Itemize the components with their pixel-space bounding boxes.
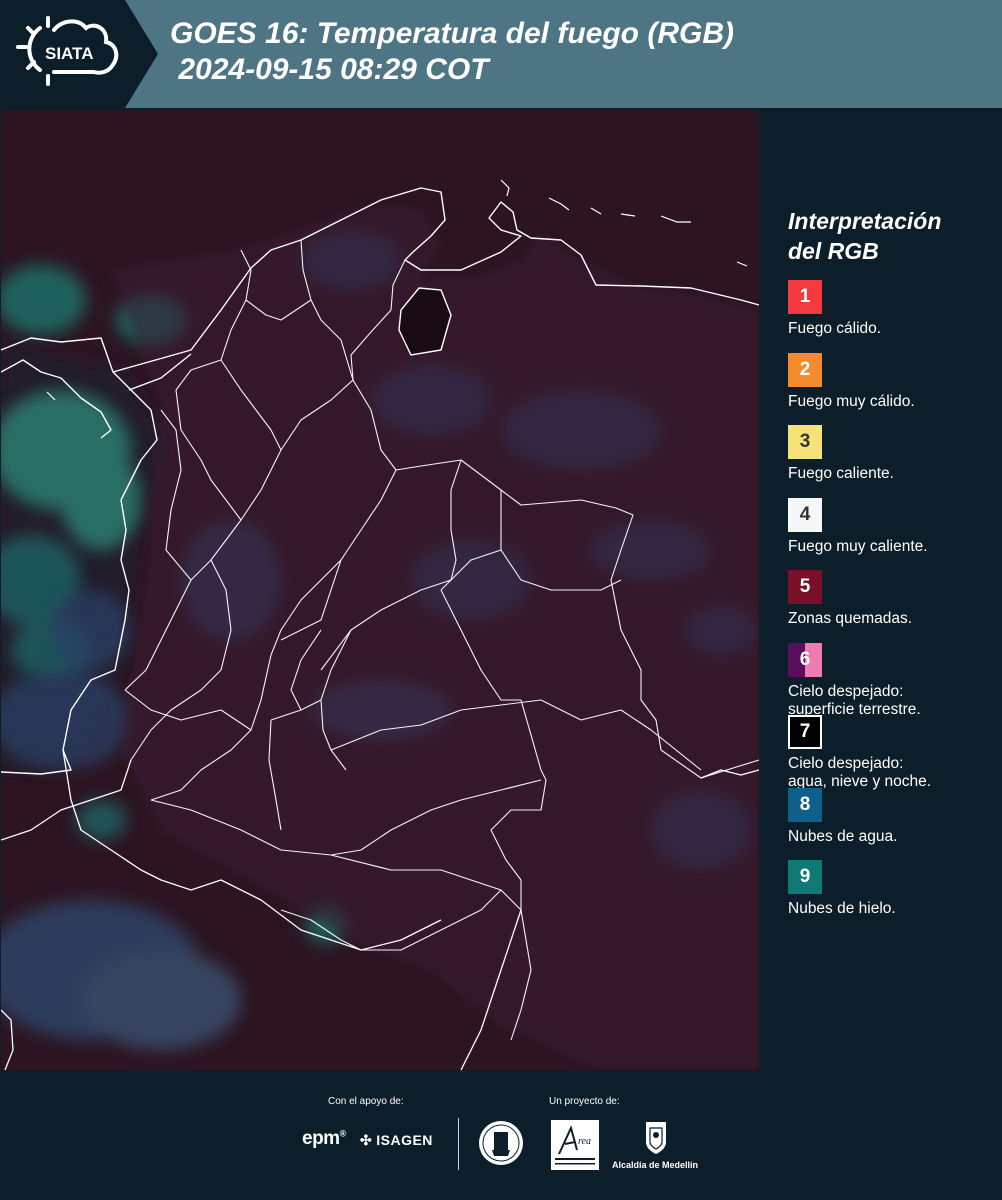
legend: Interpretación del RGB 1 Fuego cálido. 2 Fu… [788, 206, 998, 933]
isagen-mark-icon: ✣ [360, 1132, 373, 1148]
alcaldia-label: Alcaldía de Medellín [612, 1160, 699, 1170]
footer-divider [458, 1118, 459, 1170]
legend-item: 7 Cielo despejado: agua, nieve y noche. [788, 715, 998, 790]
svg-text:SIATA: SIATA [45, 44, 93, 63]
map-canvas [1, 110, 759, 1070]
legend-swatch: 9 [788, 860, 822, 894]
satellite-map[interactable] [1, 110, 759, 1070]
legend-swatch: 5 [788, 570, 822, 604]
legend-title: Interpretación del RGB [788, 208, 942, 264]
medellin-seal-icon[interactable] [478, 1120, 524, 1166]
support-label: Con el apoyo de: [328, 1096, 404, 1107]
legend-number: 1 [799, 286, 811, 307]
alcaldia-shield-icon[interactable] [643, 1120, 669, 1156]
legend-swatch: 4 [788, 497, 822, 532]
legend-item: 6 Cielo despejado: superficie terrestre. [788, 642, 998, 718]
legend-number: 5 [799, 576, 811, 597]
isagen-logo[interactable]: ✣ ISAGEN [360, 1132, 433, 1149]
legend-label: Fuego muy caliente. [788, 537, 928, 555]
legend-label: Cielo despejado: agua, nieve y noche. [788, 755, 932, 790]
legend-item: 8 Nubes de agua. [788, 787, 998, 861]
legend-number: 2 [799, 358, 811, 380]
legend-number: 8 [799, 793, 811, 815]
page-title: GOES 16: Temperatura del fuego (RGB) 202… [170, 16, 734, 88]
legend-label: Nubes de agua. [788, 827, 898, 845]
legend-label: Fuego caliente. [788, 465, 894, 482]
project-label: Un proyecto de: [549, 1096, 620, 1107]
legend-swatch: 8 [788, 787, 822, 822]
legend-items: 1 Fuego cálido. 2 Fuego muy cálido. 3 Fuego c… [788, 280, 998, 933]
legend-swatch: 7 [788, 715, 822, 749]
legend-label: Nubes de hielo. [788, 900, 896, 917]
epm-logo[interactable]: epm® [302, 1128, 346, 1150]
header: SIATA GOES 16: Temperatura del fuego (RG… [0, 0, 1002, 108]
legend-label: Zonas quemadas. [788, 610, 913, 627]
svg-text:rea: rea [578, 1136, 591, 1147]
legend-number: 7 [799, 721, 811, 742]
legend-number: 9 [799, 866, 811, 887]
area-metropolitana-logo[interactable]: rea [551, 1120, 599, 1170]
legend-number: 3 [799, 431, 811, 452]
legend-label: Fuego cálido. [788, 320, 882, 337]
legend-item: 1 Fuego cálido. [788, 280, 998, 353]
legend-swatch: 1 [788, 280, 822, 314]
legend-label: Fuego muy cálido. [788, 392, 915, 410]
title-line-1: GOES 16: Temperatura del fuego (RGB) [170, 17, 734, 50]
legend-item: 2 Fuego muy cálido. [788, 352, 998, 426]
legend-item: 3 Fuego caliente. [788, 425, 998, 498]
legend-number: 4 [799, 503, 811, 525]
siata-logo: SIATA [16, 16, 119, 86]
footer: Con el apoyo de: Un proyecto de: epm® ✣ I… [0, 1080, 1002, 1200]
legend-item: 4 Fuego muy caliente. [788, 497, 998, 571]
legend-number: 6 [799, 648, 811, 670]
legend-item: 5 Zonas quemadas. [788, 570, 998, 643]
legend-label: Cielo despejado: superficie terrestre. [788, 682, 921, 718]
title-line-2: 2024-09-15 08:29 COT [170, 53, 489, 86]
legend-swatch: 2 [788, 352, 822, 387]
legend-swatch: 3 [788, 425, 822, 459]
legend-item: 9 Nubes de hielo. [788, 860, 998, 933]
legend-swatch: 6 [788, 642, 822, 677]
